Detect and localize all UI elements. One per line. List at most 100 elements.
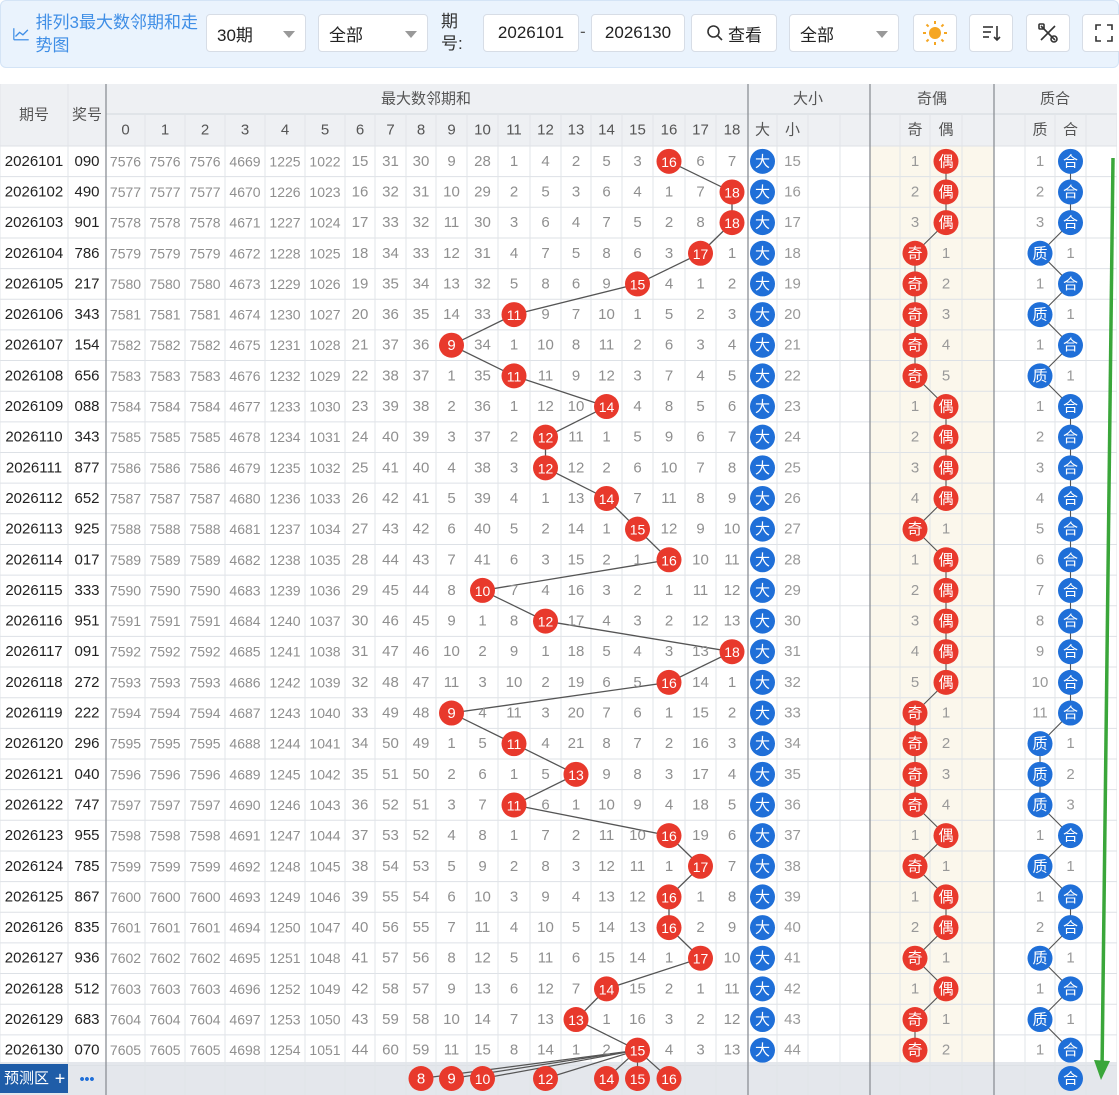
predict-toggle-button[interactable]: 预测区 +	[0, 1064, 68, 1093]
prime-miss: 1	[1066, 306, 1074, 323]
hit-ball-label: 10	[475, 583, 491, 599]
parity-ball-label: 偶	[938, 490, 953, 507]
predict-ball-label: 15	[630, 1071, 646, 1087]
row-cell: 34	[382, 245, 399, 262]
issue-end-input[interactable]: 2026130	[591, 14, 685, 52]
hit-ball: 14	[594, 485, 619, 511]
hit-ball-label: 18	[724, 644, 740, 660]
row-cell: 1	[665, 858, 673, 875]
row-cell: 1027	[309, 307, 340, 323]
header-issue: 期号	[19, 107, 49, 124]
predict-ball: 14	[594, 1066, 619, 1091]
row-cell: 43	[382, 521, 399, 538]
row-cell: 9	[541, 306, 549, 323]
row-cell: 4671	[229, 215, 260, 231]
parity-ball: 偶	[933, 577, 959, 603]
prime-ball-label: 质	[1032, 245, 1047, 262]
parity-miss: 1	[942, 1011, 950, 1028]
sort-button[interactable]	[969, 14, 1013, 52]
row-prize: 683	[74, 1011, 99, 1028]
row-cell: 4	[572, 888, 580, 905]
parity-ball: 偶	[933, 179, 959, 205]
row-cell: 59	[382, 1011, 399, 1028]
issue-start-input[interactable]: 2026101	[483, 14, 579, 52]
row-cell: 8	[541, 275, 549, 292]
hit-ball-label: 17	[693, 246, 709, 262]
row-cell: 6	[510, 551, 518, 568]
row-cell: 11	[444, 214, 460, 231]
row-cell: 1242	[269, 674, 300, 690]
row-cell: 1	[510, 766, 518, 783]
row-cell: 14	[629, 950, 646, 967]
row-prize: 785	[74, 858, 99, 875]
header-col-2: 2	[201, 122, 209, 139]
row-cell: 35	[382, 275, 399, 292]
prime-miss: 1	[1036, 980, 1044, 997]
row-cell: 7	[696, 183, 704, 200]
row-cell: 31	[413, 183, 430, 200]
row-cell: 3	[510, 214, 518, 231]
row-cell: 5	[447, 490, 455, 507]
parity-ball-label: 偶	[938, 920, 953, 937]
parity-miss: 4	[942, 337, 950, 354]
prime-miss: 10	[1032, 674, 1049, 691]
parity-ball: 奇	[902, 731, 928, 757]
row-cell: 3	[633, 613, 641, 630]
row-prize: 835	[74, 919, 99, 936]
parity-ball: 偶	[933, 394, 959, 420]
predict-ball-label: 16	[661, 1071, 677, 1087]
row-cell: 47	[382, 643, 399, 660]
row-cell: 8	[510, 613, 518, 630]
parity-miss: 3	[911, 613, 919, 630]
hit-ball: 16	[656, 884, 682, 910]
filter2-select[interactable]: 全部	[789, 14, 899, 52]
hit-ball-label: 11	[507, 736, 522, 752]
row-cell: 4696	[229, 981, 260, 997]
row-cell: 12	[537, 980, 554, 997]
row-cell: 7588	[149, 521, 180, 537]
row-cell: 16	[568, 582, 585, 599]
row-cell: 11	[630, 858, 646, 875]
size-ball: 大	[750, 363, 775, 389]
query-button[interactable]: 查看	[691, 14, 777, 52]
row-cell: 7583	[189, 368, 220, 384]
size-miss: 36	[784, 796, 801, 813]
row-cell: 5	[633, 214, 641, 231]
row-cell: 1042	[309, 766, 340, 782]
period-select[interactable]: 30期	[206, 14, 306, 52]
size-ball: 大	[750, 608, 775, 634]
row-cell: 33	[352, 705, 369, 722]
row-cell: 44	[352, 1042, 369, 1059]
row-cell: 7579	[149, 245, 180, 261]
row-cell: 5	[510, 950, 518, 967]
fullscreen-button[interactable]	[1082, 14, 1119, 52]
row-prize: 656	[74, 367, 99, 384]
row-cell: 12	[629, 888, 646, 905]
row-cell: 4	[541, 153, 549, 170]
row-cell: 41	[352, 950, 369, 967]
size-miss: 24	[784, 429, 801, 446]
size-ball: 大	[750, 179, 775, 205]
row-cell: 9	[572, 367, 580, 384]
row-cell: 7603	[149, 981, 180, 997]
filter-select[interactable]: 全部	[318, 14, 428, 52]
size-miss: 40	[784, 919, 801, 936]
prime-ball: 合	[1058, 332, 1083, 358]
parity-miss: 3	[911, 459, 919, 476]
prime-ball: 合	[1058, 1037, 1083, 1063]
row-cell: 7599	[149, 858, 180, 874]
row-cell: 1227	[269, 215, 300, 231]
theme-button[interactable]	[913, 14, 957, 52]
prime-ball: 质	[1027, 240, 1053, 266]
prime-ball: 质	[1027, 945, 1053, 971]
row-cell: 7593	[189, 674, 220, 690]
predict-prime-ball-label: 合	[1063, 1071, 1078, 1088]
header-col-12: 12	[537, 122, 554, 139]
prime-ball-label: 合	[1063, 582, 1078, 599]
tools-button[interactable]	[1026, 14, 1070, 52]
size-miss: 35	[784, 766, 801, 783]
hit-ball: 15	[625, 516, 650, 542]
prime-miss: 2	[1036, 919, 1044, 936]
parity-miss: 1	[911, 827, 919, 844]
row-cell: 18	[352, 245, 369, 262]
